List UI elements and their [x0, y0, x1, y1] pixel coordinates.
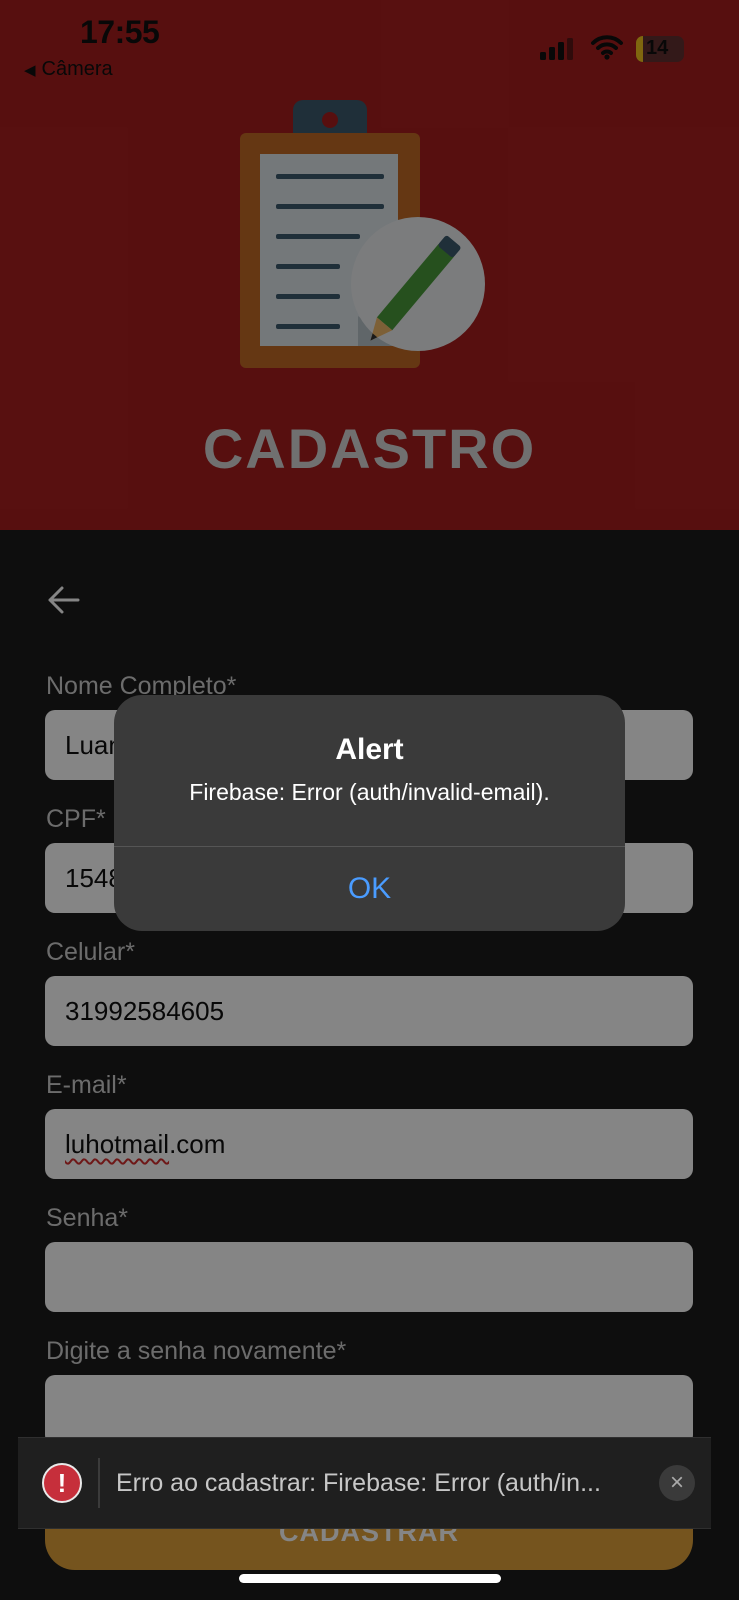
- alert-message: Firebase: Error (auth/invalid-email).: [189, 779, 550, 805]
- toast-message: Erro ao cadastrar: Firebase: Error (auth…: [116, 1469, 601, 1497]
- alert-title: Alert: [335, 733, 404, 766]
- close-icon[interactable]: ×: [659, 1465, 695, 1501]
- alert-ok-button[interactable]: OK: [114, 847, 625, 931]
- exclamation-icon: !: [42, 1463, 82, 1503]
- alert-dialog: Alert Firebase: Error (auth/invalid-emai…: [114, 695, 625, 931]
- toast-divider: [98, 1458, 100, 1508]
- error-toast: ! Erro ao cadastrar: Firebase: Error (au…: [18, 1437, 711, 1529]
- home-indicator[interactable]: [239, 1574, 501, 1583]
